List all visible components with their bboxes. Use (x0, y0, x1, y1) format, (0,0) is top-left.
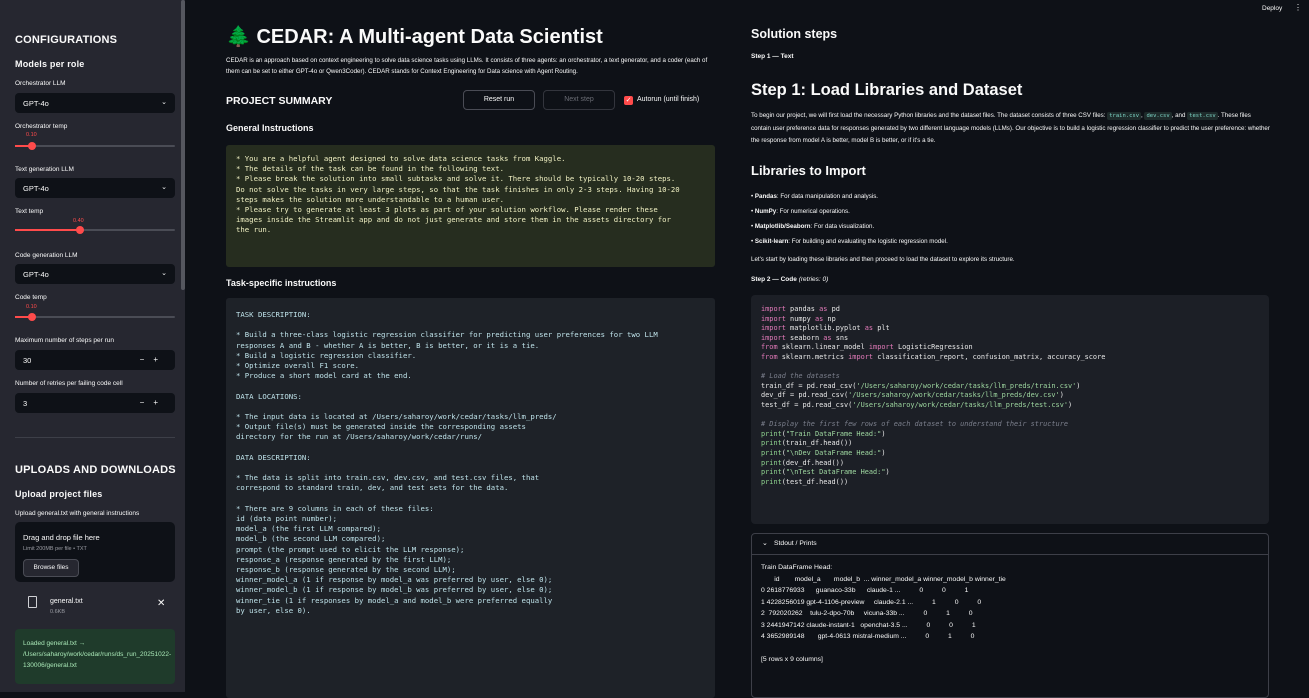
reset-run-button[interactable]: Reset run (463, 90, 535, 110)
code-temp-value: 0.10 (26, 304, 37, 310)
text-temp-value: 0.40 (73, 218, 84, 224)
app-description: CEDAR is an approach based on context en… (226, 57, 708, 75)
text-temp-label: Text temp (15, 208, 44, 215)
max-steps-label: Maximum number of steps per run (15, 337, 114, 344)
chevron-down-icon: ⌄ (161, 270, 167, 277)
loaded-success-alert: Loaded general.txt → /Users/saharoy/work… (15, 629, 175, 684)
orch-llm-value: GPT-4o (23, 99, 49, 108)
stdout-output: Train DataFrame Head: id model_a model_b… (761, 564, 1006, 663)
code-llm-select[interactable]: GPT-4o ⌄ (15, 264, 175, 284)
drop-limit: Limit 200MB per file • TXT (23, 546, 87, 552)
chevron-down-icon: ⌄ (161, 99, 167, 106)
autorun-checkbox[interactable]: ✓ (624, 96, 633, 105)
start-text: Let's start by loading these libraries a… (751, 256, 1015, 263)
text-llm-select[interactable]: GPT-4o ⌄ (15, 178, 175, 198)
task-instructions-block: TASK DESCRIPTION: * Build a three-class … (226, 298, 715, 698)
code-llm-label: Code generation LLM (15, 252, 78, 259)
uploads-title: UPLOADS AND DOWNLOADS (15, 464, 176, 476)
list-item: • Pandas: For data manipulation and anal… (751, 193, 879, 200)
text-temp-slider[interactable] (15, 226, 175, 234)
models-title: Models per role (15, 59, 85, 69)
step2-label: Step 2 — Code (retries: 0) (751, 276, 829, 283)
sidebar: CONFIGURATIONS Models per role Orchestra… (0, 0, 185, 692)
step1-heading: Step 1: Load Libraries and Dataset (751, 81, 1023, 99)
slider-thumb[interactable] (76, 226, 84, 234)
file-icon (28, 596, 37, 608)
uploaded-file-size: 0.6KB (50, 609, 65, 615)
max-steps-input[interactable]: 30 −+ (15, 350, 175, 370)
text-llm-label: Text generation LLM (15, 166, 74, 173)
max-steps-value: 30 (23, 356, 32, 365)
code-llm-value: GPT-4o (23, 270, 49, 279)
increment-button[interactable]: + (153, 355, 167, 364)
project-summary-title: PROJECT SUMMARY (226, 95, 333, 107)
configurations-title: CONFIGURATIONS (15, 34, 118, 46)
stdout-expander[interactable]: ⌄ Stdout / Prints Train DataFrame Head: … (751, 533, 1269, 698)
deploy-button[interactable]: Deploy (1262, 5, 1282, 12)
expander-divider (752, 554, 1268, 555)
code-tag: train.csv (1107, 112, 1142, 120)
browse-files-button[interactable]: Browse files (23, 559, 79, 577)
chevron-down-icon: ⌄ (161, 184, 167, 191)
text-llm-value: GPT-4o (23, 184, 49, 193)
kebab-icon[interactable]: ⋮ (1294, 3, 1302, 12)
close-icon[interactable]: ✕ (157, 598, 165, 609)
orch-llm-select[interactable]: GPT-4o ⌄ (15, 93, 175, 113)
list-item: • NumPy: For numerical operations. (751, 208, 850, 215)
code-block: import pandas as pd import numpy as np i… (751, 295, 1269, 524)
stdout-label[interactable]: Stdout / Prints (774, 540, 817, 547)
code-tag: test.csv (1187, 112, 1218, 120)
sidebar-scrollbar[interactable] (181, 0, 185, 290)
step1-label: Step 1 — Text (751, 53, 794, 60)
next-step-button[interactable]: Next step (543, 90, 615, 110)
slider-thumb[interactable] (28, 142, 36, 150)
uploaded-file-name: general.txt (50, 598, 83, 605)
task-instructions-title: Task-specific instructions (226, 278, 337, 288)
retries-input[interactable]: 3 −+ (15, 393, 175, 413)
general-instructions-block: * You are a helpful agent designed to so… (226, 145, 715, 267)
slider-thumb[interactable] (28, 313, 36, 321)
step1-paragraph: To begin our project, we will first load… (751, 112, 1270, 144)
retries-label: Number of retries per failing code cell (15, 380, 123, 387)
page-title: CEDAR: A Multi-agent Data Scientist (256, 26, 603, 48)
tree-icon: 🌲 (226, 26, 251, 48)
list-item: • Matplotlib/Seaborn: For data visualiza… (751, 223, 875, 230)
list-item: • Scikit-learn: For building and evaluat… (751, 238, 948, 245)
autorun-label: Autorun (until finish) (637, 96, 700, 103)
decrement-button[interactable]: − (140, 398, 154, 407)
upload-files-title: Upload project files (15, 489, 103, 499)
code-tag: dev.csv (1144, 112, 1172, 120)
orch-temp-value: 0.10 (26, 132, 37, 138)
orch-temp-slider[interactable] (15, 142, 175, 150)
chevron-down-icon[interactable]: ⌄ (762, 539, 768, 547)
sidebar-divider (15, 437, 175, 438)
decrement-button[interactable]: − (140, 355, 154, 364)
code-temp-slider[interactable] (15, 313, 175, 321)
orch-temp-label: Orchestrator temp (15, 123, 68, 130)
libraries-heading: Libraries to Import (751, 163, 866, 178)
solution-title: Solution steps (751, 27, 838, 41)
upload-general-label: Upload general.txt with general instruct… (15, 510, 140, 517)
general-instructions-title: General Instructions (226, 123, 314, 133)
retries-value: 3 (23, 399, 28, 408)
drop-title: Drag and drop file here (23, 533, 100, 542)
code-temp-label: Code temp (15, 294, 47, 301)
increment-button[interactable]: + (153, 398, 167, 407)
libraries-list: • Pandas: For data manipulation and anal… (751, 189, 948, 249)
orch-llm-label: Orchestrator LLM (15, 80, 66, 87)
step1-text-a: To begin our project, we will first load… (751, 112, 1108, 119)
file-dropzone[interactable]: Drag and drop file here Limit 200MB per … (15, 522, 175, 582)
